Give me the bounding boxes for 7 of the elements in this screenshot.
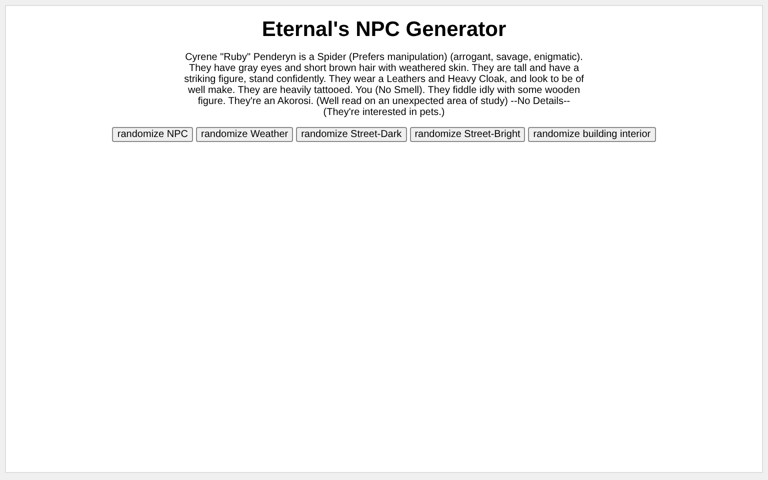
randomize-button[interactable]: randomize NPC [112,127,193,142]
randomize-button[interactable]: randomize Street-Bright [410,127,526,142]
npc-description: Cyrene "Ruby" Penderyn is a Spider (Prefers manipulation) (arrogant, savage, enigmatic). They have gray eyes and short brown hair with weathered skin. They are tall and have a striking figure, stand confidently. They wear a Leathers and Heavy Cloak, and look to be of well make. They are heavily tattooed. You (No Smell). They fiddle idly with some wooden figure. They're an Akorosi. (Well read on an unexpected area of study) --No Details-- (They're interested in pets.) [184,52,584,118]
randomize-button[interactable]: randomize Weather [196,127,294,142]
randomize-button[interactable]: randomize building interior [528,127,656,142]
page-title: Eternal's NPC Generator [262,18,506,42]
randomize-button[interactable]: randomize Street-Dark [296,127,407,142]
